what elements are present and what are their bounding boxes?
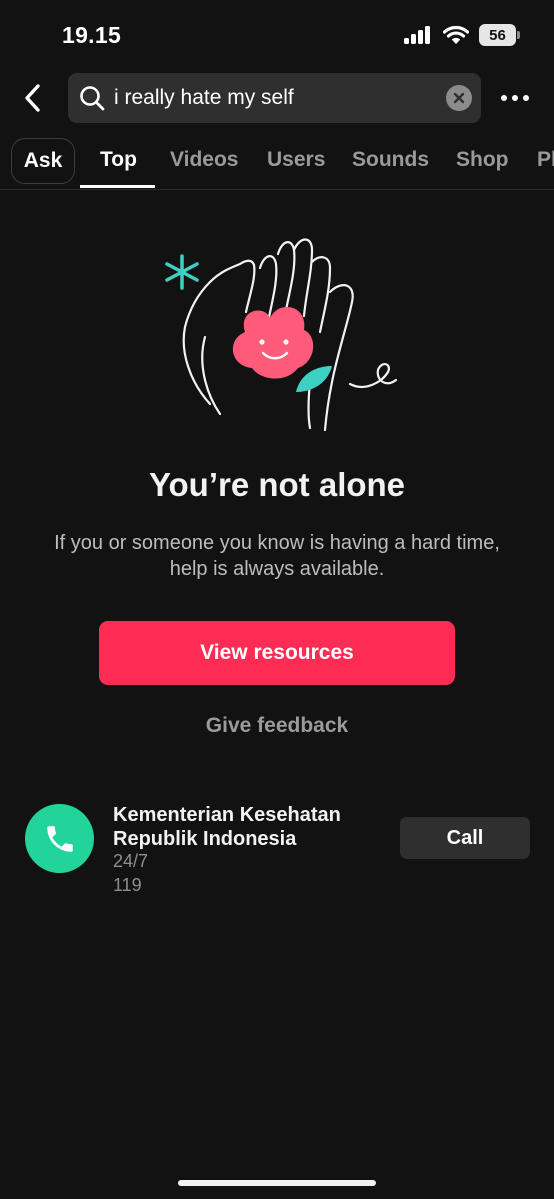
back-arrow-icon (25, 84, 40, 112)
give-feedback-link[interactable]: Give feedback (0, 714, 554, 738)
search-input[interactable]: i really hate my self (68, 73, 481, 123)
search-query-text[interactable]: i really hate my self (114, 86, 294, 110)
home-indicator[interactable] (178, 1180, 376, 1186)
hotline-avatar (25, 804, 94, 873)
view-resources-button[interactable]: View resources (99, 621, 455, 685)
tab-top[interactable]: Top (100, 148, 137, 172)
hotline-name: Kementerian Kesehatan Republik Indonesia (113, 804, 341, 850)
status-icons: 56 (403, 24, 520, 46)
cellular-signal-icon (404, 26, 430, 44)
call-button[interactable]: Call (400, 817, 530, 859)
status-time: 19.15 (62, 22, 122, 48)
status-bar: 19.15 56 (0, 0, 554, 70)
search-tabs: Ask Top Videos Users Sounds Shop Pl (0, 138, 554, 190)
tab-partial[interactable]: Pl (537, 148, 554, 172)
search-icon (80, 86, 105, 111)
back-button[interactable] (16, 80, 50, 116)
phone-icon (46, 825, 73, 852)
active-tab-indicator (80, 185, 155, 188)
tab-shop[interactable]: Shop (456, 148, 509, 172)
clear-search-button[interactable] (446, 85, 472, 111)
battery-icon: 56 (479, 24, 520, 46)
wifi-icon (443, 25, 469, 44)
clear-icon (453, 92, 465, 104)
sparkle-icon (165, 254, 199, 290)
tab-sounds[interactable]: Sounds (352, 148, 429, 172)
page-title: You’re not alone (148, 466, 406, 503)
tab-users[interactable]: Users (267, 148, 325, 172)
hotline-number: 119 (113, 875, 142, 895)
search-header: i really hate my self (0, 72, 554, 126)
support-message: If you or someone you know is having a h… (54, 532, 500, 580)
tab-videos[interactable]: Videos (170, 148, 238, 172)
support-hands-illustration (165, 238, 398, 432)
hotline-card: Kementerian Kesehatan Republik Indonesia… (0, 800, 554, 900)
hotline-hours: 24/7 (113, 851, 149, 871)
more-icon (501, 95, 507, 101)
more-options-button[interactable] (496, 84, 534, 112)
tab-ask[interactable]: Ask (11, 138, 75, 184)
